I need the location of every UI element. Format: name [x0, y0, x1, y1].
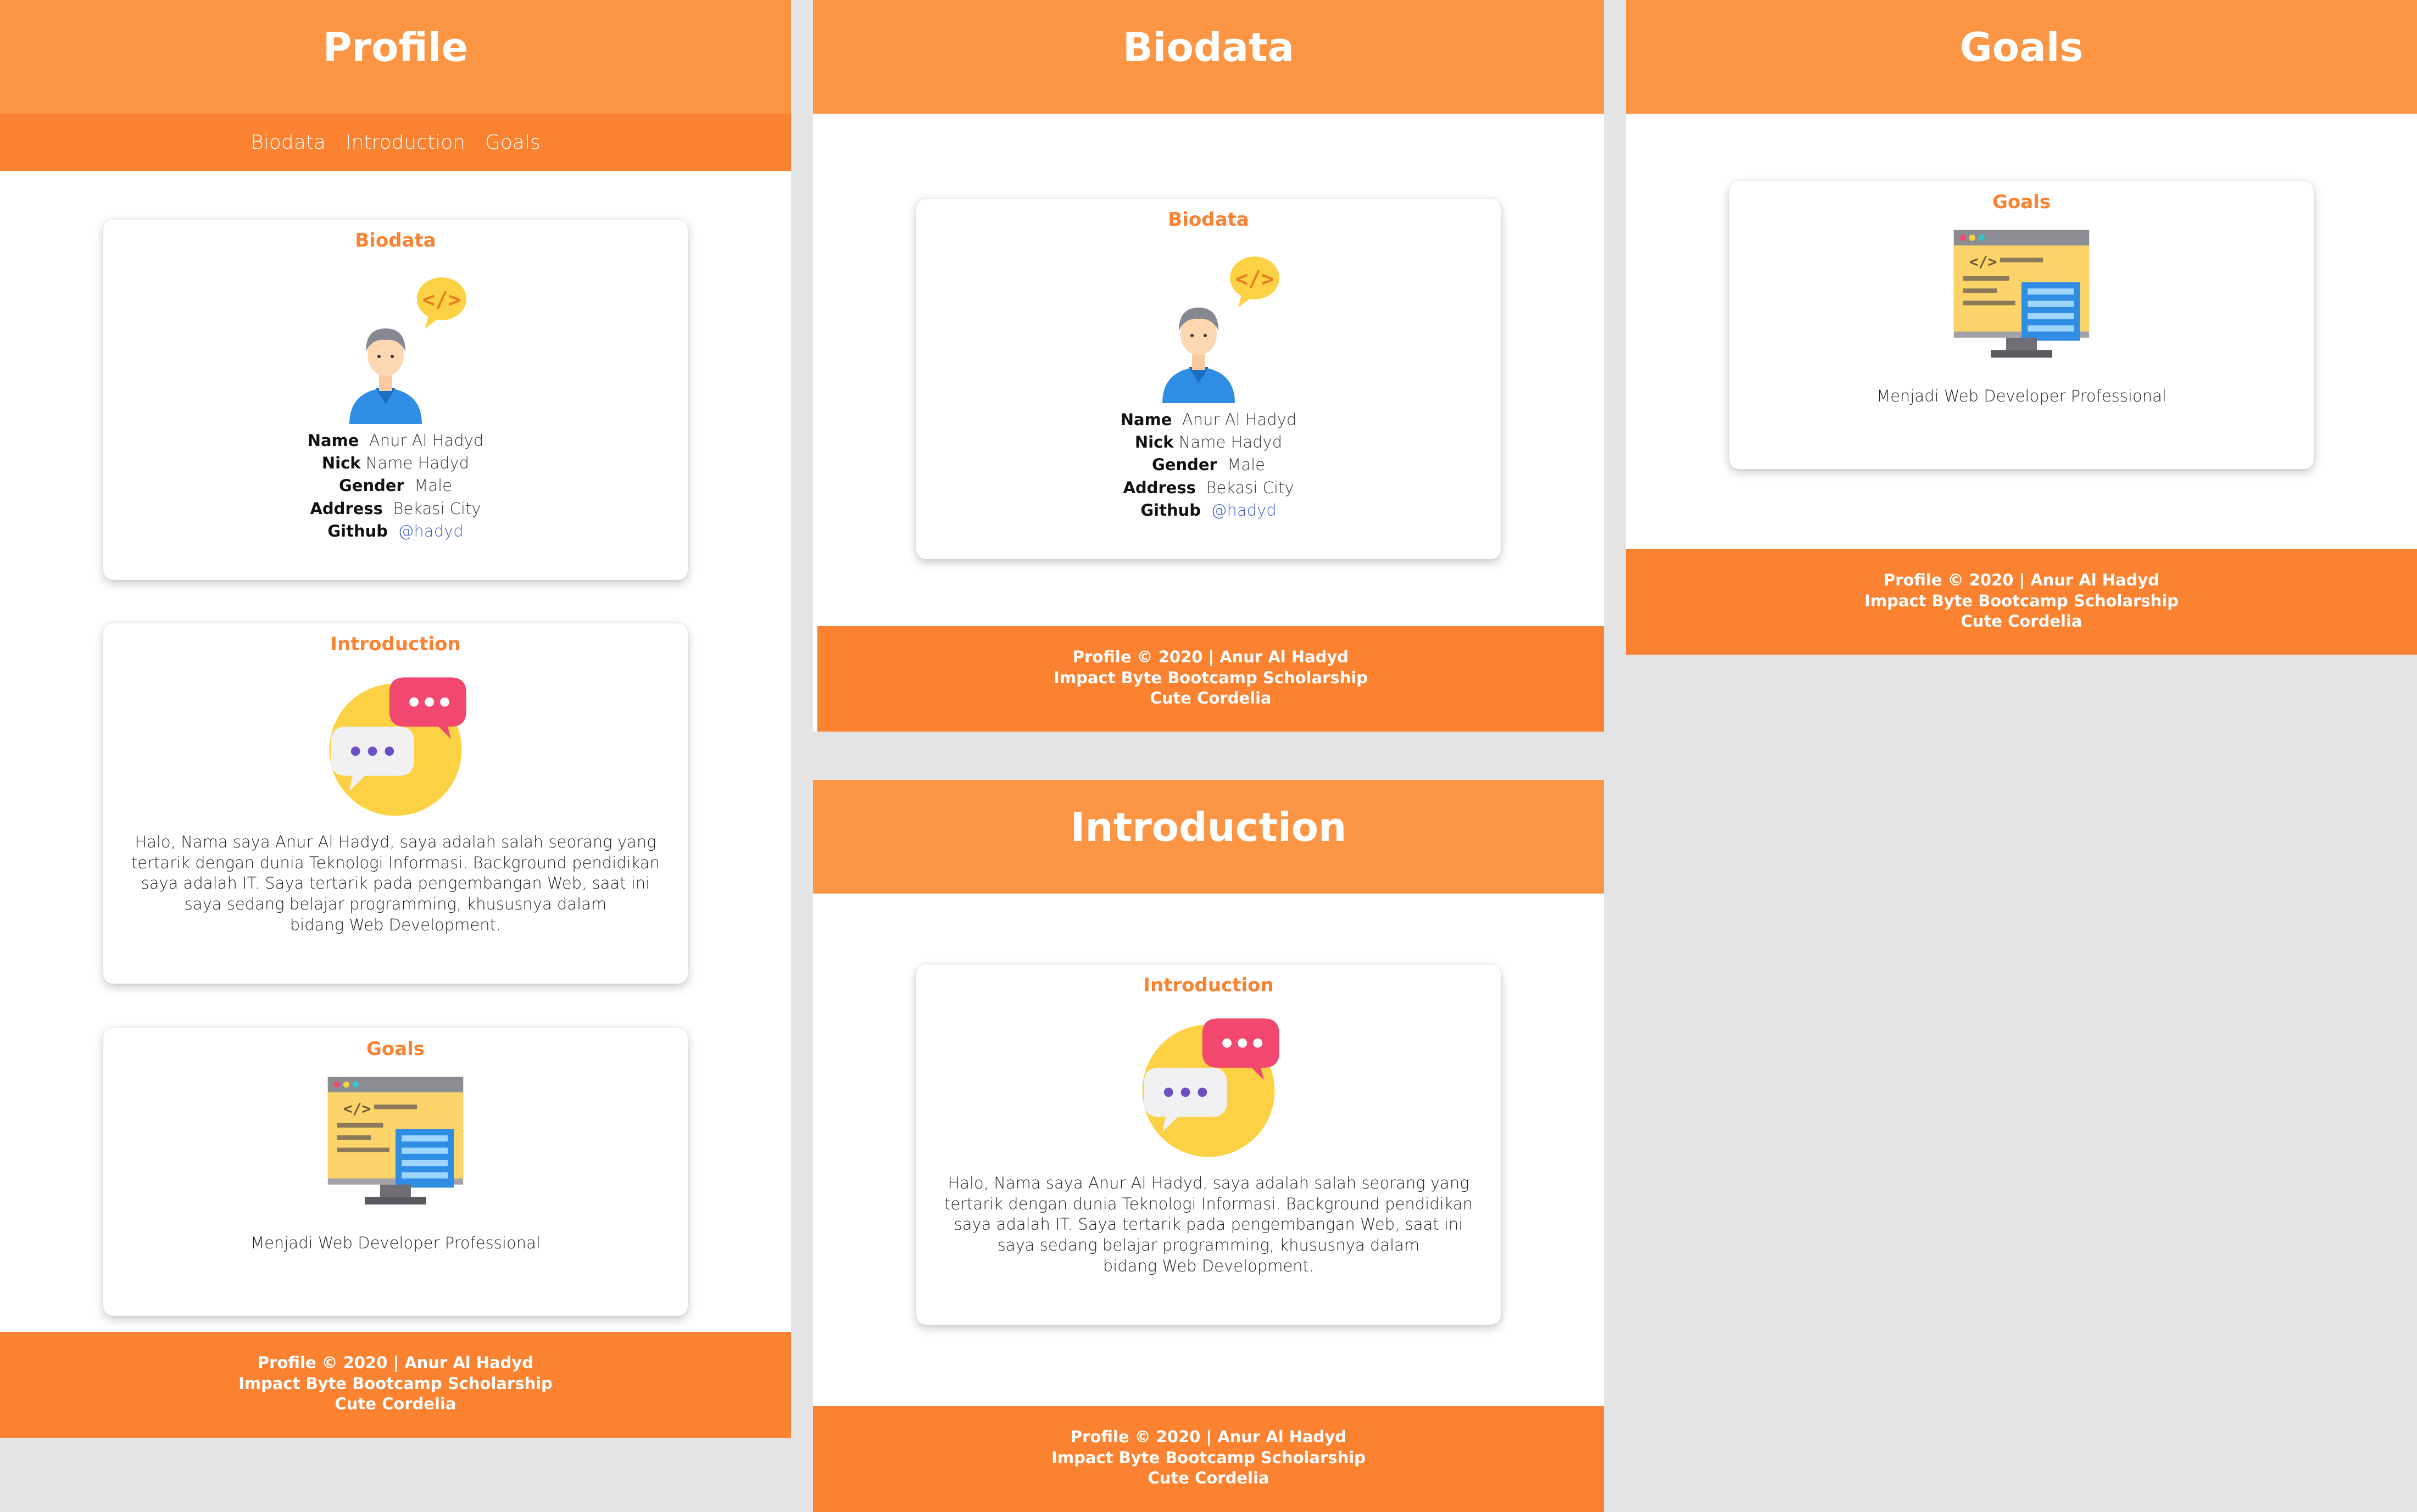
footer-line-3: Cute Cordelia — [335, 1394, 456, 1414]
bio-row-name: Name Anur Al Hadyd — [307, 431, 484, 450]
footer-line-3: Cute Cordelia — [1961, 612, 2082, 631]
footer-line-1: Profile © 2020 | Anur Al Hadyd — [1883, 571, 2160, 589]
code-monitor-icon: </> — [1729, 221, 2314, 375]
footer: Profile © 2020 | Anur Al Hadyd Impact By… — [0, 1332, 791, 1438]
profile-page-panel: Profile Biodata Introduction Goals Bioda… — [0, 0, 791, 1438]
footer: Profile © 2020 | Anur Al Hadyd Impact By… — [1626, 549, 2417, 655]
chat-bubbles-icon — [916, 1006, 1501, 1160]
page-title: Introduction — [1070, 804, 1347, 850]
screenshot-canvas: Profile Biodata Introduction Goals Bioda… — [0, 0, 2417, 1512]
card-title: Goals — [366, 1038, 425, 1060]
svg-text:</>: </> — [343, 1100, 371, 1118]
introduction-text: Halo, Nama saya Anur Al Hadyd, saya adal… — [131, 833, 660, 934]
card-title: Biodata — [355, 230, 436, 252]
goals-header: Goals — [1626, 0, 2417, 114]
biodata-page-panel: Biodata Biodata </> Name Anur Al Hadyd N… — [813, 0, 1604, 732]
svg-text:</>: </> — [422, 288, 461, 313]
bio-row-gender: Gender Male — [339, 476, 452, 495]
introduction-header: Introduction — [813, 780, 1604, 894]
bio-row-address: Address Bekasi City — [1123, 478, 1294, 497]
footer-line-1: Profile © 2020 | Anur Al Hadyd — [1070, 1427, 1347, 1446]
footer-line-1: Profile © 2020 | Anur Al Hadyd — [1072, 648, 1349, 666]
introduction-card: Introduction Halo, Nama saya Anur Al Had… — [103, 623, 688, 984]
footer-line-1: Profile © 2020 | Anur Al Hadyd — [257, 1353, 534, 1372]
svg-text:</>: </> — [1235, 267, 1274, 292]
biodata-header: Biodata — [813, 0, 1604, 114]
chat-bubbles-icon — [103, 665, 688, 819]
footer-line-2: Impact Byte Bootcamp Scholarship — [1864, 591, 2179, 610]
profile-header: Profile — [0, 0, 791, 114]
card-title: Goals — [1992, 191, 2051, 213]
bio-row-name: Name Anur Al Hadyd — [1120, 410, 1297, 429]
profile-nav: Biodata Introduction Goals — [0, 114, 791, 171]
page-title: Goals — [1959, 24, 2084, 70]
bio-row-nick: Nick Name Hadyd — [1134, 433, 1283, 452]
introduction-page-panel: Introduction Introduction Halo, Nama say… — [813, 780, 1604, 1512]
bio-row-github: Github @hadyd — [327, 521, 464, 540]
bio-row-address: Address Bekasi City — [310, 499, 481, 518]
footer-line-2: Impact Byte Bootcamp Scholarship — [1051, 1448, 1366, 1467]
biodata-card: Biodata </> Name Anur Al Hadyd Nick Name… — [103, 220, 688, 580]
goals-text: Menjadi Web Developer Professional — [250, 1234, 541, 1252]
github-link[interactable]: @hadyd — [398, 522, 463, 540]
biodata-list: Name Anur Al Hadyd Nick Name Hadyd Gende… — [103, 429, 688, 543]
bio-row-gender: Gender Male — [1152, 455, 1265, 475]
goals-card: Goals </> Menjadi Web Developer Professi… — [1729, 181, 2314, 469]
goals-page-panel: Goals Goals </> Menjadi Web Developer Pr… — [1626, 0, 2417, 655]
footer: Profile © 2020 | Anur Al Hadyd Impact By… — [813, 1406, 1604, 1512]
nav-link-biodata[interactable]: Biodata — [250, 131, 326, 154]
introduction-card: Introduction Halo, Nama saya Anur Al Had… — [916, 964, 1501, 1325]
introduction-text: Halo, Nama saya Anur Al Hadyd, saya adal… — [944, 1174, 1473, 1275]
card-title: Biodata — [1168, 209, 1249, 231]
footer-line-2: Impact Byte Bootcamp Scholarship — [1054, 668, 1368, 687]
github-link[interactable]: @hadyd — [1211, 501, 1276, 520]
code-monitor-icon: </> — [103, 1068, 688, 1221]
nav-link-introduction[interactable]: Introduction — [346, 131, 465, 154]
footer: Profile © 2020 | Anur Al Hadyd Impact By… — [817, 626, 1604, 732]
developer-avatar-icon: </> — [916, 242, 1501, 406]
card-title: Introduction — [330, 633, 461, 655]
nav-link-goals[interactable]: Goals — [485, 131, 541, 154]
footer-line-3: Cute Cordelia — [1150, 689, 1272, 708]
bio-row-nick: Nick Name Hadyd — [321, 454, 470, 473]
goals-text: Menjadi Web Developer Professional — [1876, 387, 2167, 405]
developer-avatar-icon: </> — [103, 263, 688, 427]
card-title: Introduction — [1143, 974, 1274, 996]
goals-card: Goals </> Menjadi Web Developer Professi… — [103, 1028, 688, 1316]
biodata-list: Name Anur Al Hadyd Nick Name Hadyd Gende… — [916, 409, 1501, 522]
svg-text:</>: </> — [1969, 253, 1997, 271]
page-title: Biodata — [1122, 24, 1295, 70]
bio-row-github: Github @hadyd — [1140, 500, 1277, 520]
footer-line-2: Impact Byte Bootcamp Scholarship — [238, 1374, 553, 1393]
page-title: Profile — [322, 24, 469, 70]
biodata-card: Biodata </> Name Anur Al Hadyd Nick Name… — [916, 199, 1501, 559]
footer-line-3: Cute Cordelia — [1148, 1469, 1269, 1488]
